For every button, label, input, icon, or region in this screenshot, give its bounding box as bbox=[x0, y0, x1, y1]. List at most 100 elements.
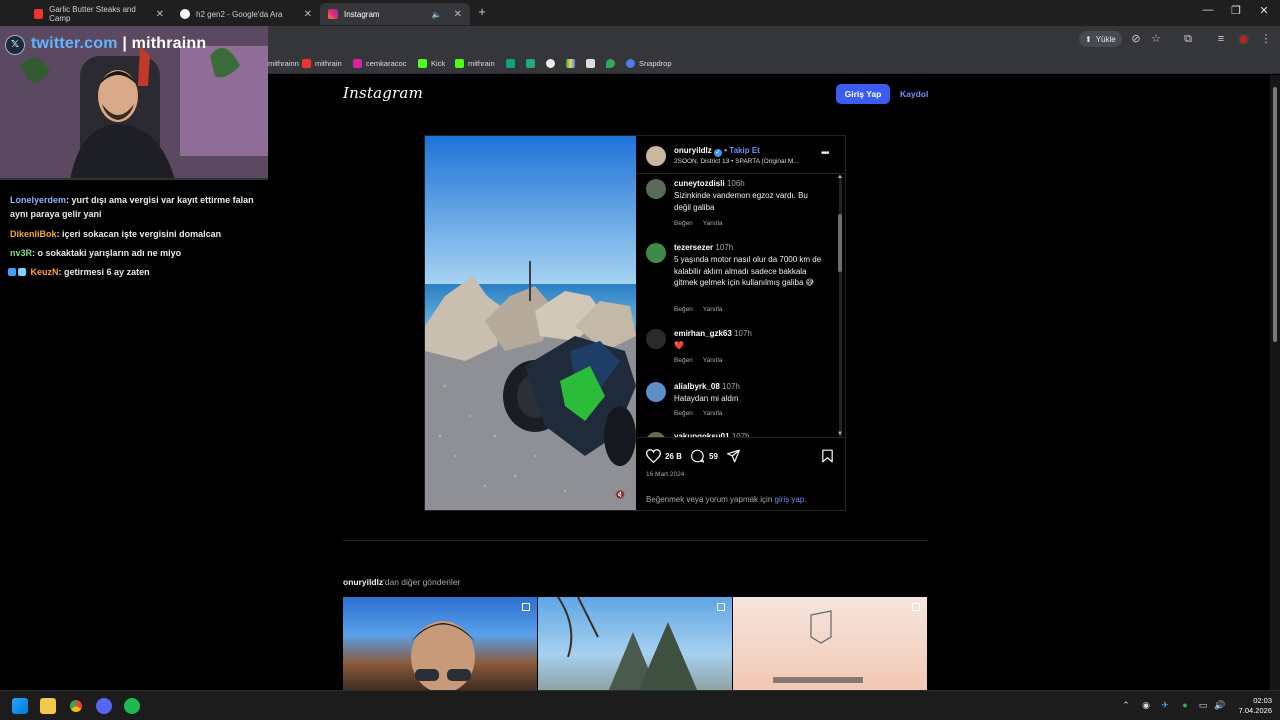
eye-off-icon[interactable]: ⊘ bbox=[1129, 32, 1143, 46]
minimize-button[interactable]: — bbox=[1194, 4, 1222, 16]
signup-link[interactable]: Kaydol bbox=[900, 89, 928, 99]
spotify-icon[interactable] bbox=[124, 698, 140, 714]
post-video[interactable]: 🔇 bbox=[425, 136, 636, 510]
spotify-tray-icon[interactable]: ● bbox=[1179, 700, 1191, 710]
kick-icon bbox=[418, 58, 427, 68]
bookmark-drive[interactable] bbox=[566, 57, 575, 69]
chat-message: nv3R: o sokaktaki yarışların adı ne miyo bbox=[10, 246, 255, 260]
page-scrollbar-thumb[interactable] bbox=[1273, 87, 1277, 342]
bookmark-notion[interactable] bbox=[586, 57, 595, 69]
comment-icon[interactable] bbox=[690, 449, 705, 463]
menu-icon[interactable]: ⋮ bbox=[1259, 32, 1273, 46]
post-sidebar: onuryildlz ✓ • Takip Et 2SOON, District … bbox=[636, 136, 846, 510]
bookmark-github[interactable] bbox=[546, 57, 555, 69]
avatar[interactable] bbox=[646, 243, 666, 263]
reply-button[interactable]: Yanıtla bbox=[703, 357, 723, 364]
comment-username[interactable]: tezersezer bbox=[674, 243, 713, 252]
kick-icon bbox=[455, 58, 464, 68]
star-icon[interactable]: ☆ bbox=[1149, 32, 1163, 46]
close-icon[interactable]: ✕ bbox=[156, 9, 164, 20]
bookmark-kick[interactable]: Kick bbox=[418, 57, 445, 69]
volume-icon[interactable]: 🔊 bbox=[1214, 700, 1226, 711]
bookmark-maps[interactable] bbox=[606, 57, 615, 69]
comment-username[interactable]: emirhan_gzk63 bbox=[674, 329, 732, 338]
grid-post[interactable] bbox=[343, 597, 537, 690]
like-comment-button[interactable]: Beğen bbox=[674, 357, 693, 364]
telegram-tray-icon[interactable]: ✈ bbox=[1159, 700, 1171, 711]
chat-text: : getirmesi 6 ay zaten bbox=[58, 267, 150, 277]
bookmark-mithrain-kick[interactable]: mithrain bbox=[455, 57, 495, 69]
grid-post[interactable] bbox=[733, 597, 927, 690]
bookmark-cemkaracoc[interactable]: cemkaracoc bbox=[353, 57, 406, 69]
audio-icon[interactable]: 🔈 bbox=[432, 10, 442, 19]
x-logo-icon: 𝕏 bbox=[5, 35, 25, 55]
snapdrop-icon bbox=[626, 58, 635, 68]
tab-garlic-butter[interactable]: Garlic Butter Steaks and Camp ✕ bbox=[26, 3, 172, 25]
taskbar-clock[interactable]: 02:03 7.04.2026 bbox=[1232, 696, 1272, 716]
more-posts-username[interactable]: onuryildlz bbox=[343, 577, 383, 587]
like-comment-button[interactable]: Beğen bbox=[674, 220, 693, 227]
motorcycle-video-frame bbox=[425, 136, 636, 510]
like-comment-button[interactable]: Beğen bbox=[674, 306, 693, 313]
page-scrollbar[interactable] bbox=[1270, 75, 1280, 690]
author-username[interactable]: onuryildlz bbox=[674, 146, 712, 155]
reply-button[interactable]: Yanıtla bbox=[703, 220, 723, 227]
reply-button[interactable]: Yanıtla bbox=[703, 410, 723, 417]
windows-taskbar: ⌃ ◉ ✈ ● ▭ 🔊 02:03 7.04.2026 bbox=[0, 690, 1280, 720]
chrome-icon[interactable] bbox=[68, 698, 84, 714]
new-tab-button[interactable]: + bbox=[475, 5, 489, 19]
file-explorer-icon[interactable] bbox=[40, 698, 56, 714]
chat-username: DikenliBok bbox=[10, 229, 57, 239]
follow-button[interactable]: Takip Et bbox=[729, 146, 760, 155]
share-icon[interactable] bbox=[726, 449, 741, 463]
bookmark-mithrainn[interactable]: mithrainn bbox=[268, 57, 299, 69]
avatar[interactable] bbox=[646, 179, 666, 199]
upload-button[interactable]: ⬆ Yükle bbox=[1079, 31, 1122, 47]
network-icon[interactable]: ▭ bbox=[1197, 700, 1209, 711]
close-icon[interactable]: ✕ bbox=[454, 9, 462, 20]
more-options-icon[interactable]: ••• bbox=[821, 148, 829, 159]
maximize-button[interactable]: ❐ bbox=[1222, 4, 1250, 17]
bookmark-snapdrop[interactable]: Snapdrop bbox=[626, 57, 672, 69]
grid-post[interactable] bbox=[538, 597, 732, 690]
comment-time: 107h bbox=[722, 382, 740, 391]
media-icon[interactable]: ≡ bbox=[1214, 32, 1228, 46]
start-icon[interactable] bbox=[12, 698, 28, 714]
comment-action: 59 bbox=[690, 449, 718, 463]
sub-badge-icon bbox=[8, 268, 16, 276]
post-author: onuryildlz ✓ • Takip Et bbox=[674, 146, 760, 157]
discord-icon[interactable] bbox=[96, 698, 112, 714]
bookmark-chatgpt[interactable] bbox=[506, 57, 515, 69]
tab-google-search[interactable]: h2 gen2 - Google'da Ara ✕ bbox=[172, 3, 320, 25]
close-icon[interactable]: ✕ bbox=[304, 9, 312, 20]
profile-avatar[interactable] bbox=[1238, 34, 1249, 45]
login-button[interactable]: Giriş Yap bbox=[836, 84, 890, 104]
bookmark-icon[interactable] bbox=[821, 449, 834, 463]
login-prompt-link[interactable]: giriş yap bbox=[775, 495, 805, 504]
heart-icon[interactable] bbox=[646, 449, 661, 463]
mute-icon[interactable]: 🔇 bbox=[614, 489, 626, 501]
avatar[interactable] bbox=[646, 146, 666, 166]
twitter-handle-text: twitter.com | mithrainn bbox=[31, 35, 206, 53]
avatar[interactable] bbox=[646, 382, 666, 402]
bookmark-mithrain-youtube[interactable]: mithrain bbox=[302, 57, 342, 69]
window-close-button[interactable]: ✕ bbox=[1250, 4, 1278, 17]
youtube-icon bbox=[34, 9, 44, 19]
instagram-logo[interactable]: Instagram bbox=[343, 84, 423, 102]
audio-info[interactable]: 2SOON, District 13 • SPARTA (Original M.… bbox=[674, 158, 799, 165]
scroll-up-icon[interactable]: ▲ bbox=[836, 174, 844, 180]
extensions-icon[interactable]: ⧉ bbox=[1181, 32, 1195, 46]
tray-overflow-icon[interactable]: ⌃ bbox=[1120, 700, 1132, 711]
like-comment-button[interactable]: Beğen bbox=[674, 410, 693, 417]
comment-username[interactable]: alialbyrk_08 bbox=[674, 382, 720, 391]
bookmark-png[interactable] bbox=[526, 57, 535, 69]
comment-header: cuneytozdisli 106h bbox=[674, 179, 745, 188]
discord-tray-icon[interactable]: ◉ bbox=[1140, 700, 1152, 711]
avatar[interactable] bbox=[646, 329, 666, 349]
comments-scrollbar[interactable]: ▲ ▼ bbox=[836, 174, 844, 438]
reply-button[interactable]: Yanıtla bbox=[703, 306, 723, 313]
scrollbar-thumb[interactable] bbox=[838, 214, 842, 272]
comment-username[interactable]: cuneytozdisli bbox=[674, 179, 725, 188]
tab-instagram[interactable]: Instagram 🔈 ✕ bbox=[320, 3, 470, 25]
notion-icon bbox=[586, 58, 595, 68]
